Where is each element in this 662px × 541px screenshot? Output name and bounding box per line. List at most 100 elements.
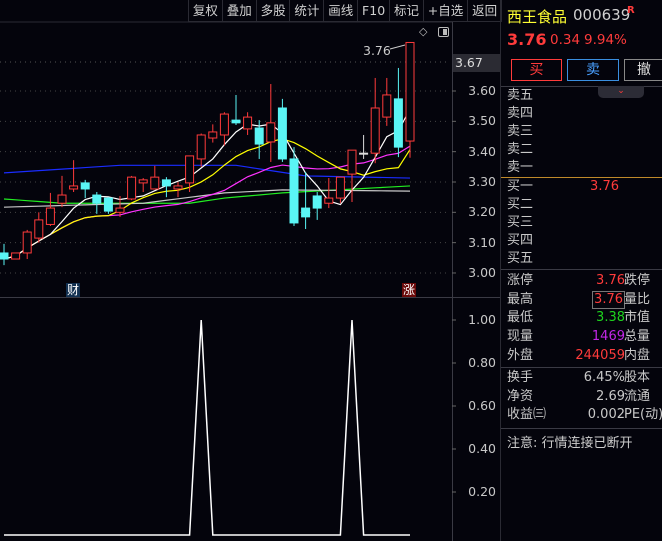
stat-row: 现量 1469 总量 (507, 328, 662, 346)
candle-down[interactable] (359, 152, 369, 155)
candle-down[interactable] (103, 197, 113, 212)
candle-up[interactable] (335, 176, 345, 199)
stat-value: 6.45% (583, 370, 625, 385)
candle-up[interactable] (405, 41, 415, 142)
high-price-annotation: 3.76 (363, 43, 391, 58)
candle-up[interactable] (382, 94, 392, 118)
ask-row: 卖二 (507, 141, 662, 159)
stat-label: 收益㈢ (507, 407, 547, 423)
candle-up[interactable] (173, 185, 183, 190)
ask-row: 卖三 (507, 123, 662, 141)
stat-value: 3.38 (596, 310, 625, 326)
candle-up[interactable] (57, 194, 67, 204)
stat-value: 244059 (575, 347, 625, 363)
stat-label-right: 总量 (624, 329, 651, 345)
bid-row: 买三 (507, 214, 662, 232)
candle-up[interactable] (185, 155, 195, 184)
diamond-icon[interactable]: ◇ (419, 25, 427, 38)
buy-button[interactable]: 买 (511, 59, 562, 81)
bid-label: 买三 (507, 215, 534, 230)
stat-label: 外盘 (507, 347, 534, 363)
bid-row: 买五 (507, 250, 662, 268)
candle-down[interactable] (254, 127, 264, 145)
stock-name: 西王食品 (507, 8, 568, 26)
candle-up[interactable] (208, 131, 218, 139)
stat-label: 现量 (507, 329, 534, 345)
stat-value: 3.76 (592, 290, 625, 309)
bid-row: 买二 (507, 196, 662, 214)
indicator-tick-label: 0.60 (468, 398, 496, 413)
stat-value: 0.002 (587, 407, 625, 423)
stat-value: 1469 (591, 329, 625, 345)
price-tick-label: 3.60 (468, 83, 496, 98)
stock-code: 000639 (573, 6, 631, 24)
candle-up[interactable] (266, 122, 276, 143)
price-change: 0.34 (550, 32, 581, 48)
ma5-line (3, 108, 411, 260)
candle-up[interactable] (324, 197, 334, 204)
candle-up[interactable] (370, 107, 380, 154)
candle-down[interactable] (301, 207, 311, 218)
stat-row: 换手 6.45% 股本 (507, 369, 662, 387)
candle-down[interactable] (277, 107, 287, 160)
stat-row: 最高 3.76 量比 (507, 290, 662, 309)
candle-up[interactable] (243, 116, 253, 130)
stat-value: 3.76 (596, 273, 625, 288)
stat-row: 最低 3.38 市值 (507, 309, 662, 327)
candle-up[interactable] (34, 219, 44, 239)
price-tick-label: 3.20 (468, 204, 496, 220)
candle-up[interactable] (69, 185, 79, 190)
stat-label: 最低 (507, 310, 534, 326)
candle-up[interactable] (45, 207, 55, 225)
candle-up[interactable] (150, 176, 160, 190)
candle-up[interactable] (115, 207, 125, 213)
stat-row: 净资 2.69 流通 (507, 388, 662, 406)
stat-row: 外盘 244059 内盘 (507, 347, 662, 365)
candle-down[interactable] (161, 179, 171, 187)
candle-up[interactable] (138, 179, 148, 184)
candle-down[interactable] (289, 158, 299, 224)
sell-button[interactable]: 卖 (567, 59, 619, 81)
ask-row: 卖四 (507, 105, 662, 123)
indicator-tick-label: 0.40 (468, 441, 496, 456)
stat-label-right: 市值 (624, 310, 651, 326)
candle-down[interactable] (92, 194, 102, 204)
ask-label: 卖二 (507, 142, 534, 157)
quote-panel: 西王食品 000639 R 3.76 0.34 9.94% 买 卖 撤 ⌄ 卖五… (500, 0, 662, 541)
candle-up[interactable] (127, 176, 137, 200)
stat-label-right: 内盘 (624, 347, 651, 363)
candle-up[interactable] (219, 113, 229, 136)
finance-marker[interactable]: 财 (66, 283, 81, 297)
stat-label-right: 流通 (624, 388, 651, 404)
kline-chart[interactable] (0, 0, 500, 541)
indicator-line (4, 319, 410, 536)
candle-down[interactable] (80, 182, 90, 190)
stat-label-right: 跌停 (624, 273, 651, 288)
ask-row: 卖五 (507, 87, 662, 105)
stat-label: 涨停 (507, 273, 534, 288)
panel-toggle-icon[interactable] (438, 27, 449, 37)
candle-up[interactable] (196, 134, 206, 160)
candle-down[interactable] (393, 98, 403, 148)
stat-row: 涨停 3.76 跌停 (507, 272, 662, 290)
candle-up[interactable] (22, 231, 32, 254)
stat-label: 最高 (507, 291, 534, 307)
price-change-pct: 9.94% (584, 32, 627, 48)
candle-up[interactable] (11, 252, 21, 260)
price-tick-label: 3.40 (468, 143, 496, 159)
candle-down[interactable] (231, 119, 241, 124)
price-tick-label: 3.00 (468, 264, 496, 280)
indicator-tick-label: 1.00 (468, 312, 496, 327)
ask-label: 卖一 (507, 160, 534, 175)
bid-label: 买五 (507, 251, 534, 266)
indicator-tick-label: 0.80 (468, 355, 496, 370)
bid-row: 买四 (507, 232, 662, 250)
ask-label: 卖三 (507, 124, 534, 139)
candle-up[interactable] (347, 149, 357, 175)
limit-up-marker[interactable]: 涨 (402, 283, 417, 297)
cancel-order-button[interactable]: 撤 (624, 59, 662, 81)
stat-label: 换手 (507, 370, 534, 385)
candle-down[interactable] (312, 195, 322, 209)
stat-row: 收益㈢ 0.002 PE(动) (507, 406, 662, 424)
candle-down[interactable] (0, 252, 9, 260)
